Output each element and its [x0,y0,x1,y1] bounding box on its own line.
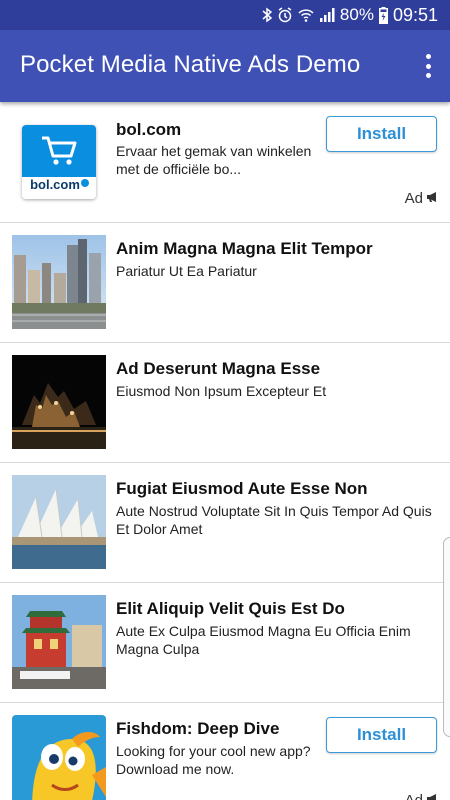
ad-title: bol.com [116,120,182,139]
more-vert-icon[interactable] [420,52,436,80]
battery-percent: 80% [339,5,374,24]
list-item[interactable]: Anim Magna Magna Elit Tempor Pariatur Ut… [0,223,450,343]
signal-icon [319,7,335,23]
opera-house-photo [12,475,106,569]
ad-row-bol[interactable]: bol.com bol.com Ervaar het gemak van win… [0,102,450,223]
clock: 09:51 [392,4,438,25]
city-photo [12,235,106,329]
battery-icon [378,6,388,24]
app-bar: Pocket Media Native Ads Demo [0,30,450,102]
item-title: Ad Deserunt Magna Esse [116,359,321,378]
status-bar: 80% 09:51 [0,0,450,30]
bol-logo: bol.com [22,125,96,199]
install-button[interactable]: Install [326,116,437,152]
ad-title: Fishdom: Deep Dive [116,719,280,738]
item-description: Pariatur Ut Ea Pariatur [116,263,257,279]
item-description: Eiusmod Non Ipsum Excepteur Et [116,383,327,399]
item-description: Aute Nostrud Voluptate Sit In Quis Tempo… [116,503,432,537]
item-description: Aute Ex Culpa Eiusmod Magna Eu Officia E… [116,623,411,657]
megaphone-icon [426,190,438,207]
ad-description: Looking for your cool new app? Download … [116,743,311,777]
bluetooth-icon [262,7,272,23]
megaphone-icon [426,792,438,800]
fish-character [12,715,106,800]
item-title: Anim Magna Magna Elit Tempor [116,239,373,258]
install-button[interactable]: Install [326,717,437,753]
edge-panel-handle[interactable] [443,537,450,737]
native-ads-feed[interactable]: bol.com bol.com Ervaar het gemak van win… [0,102,450,800]
item-title: Fugiat Eiusmod Aute Esse Non [116,479,368,498]
alarm-icon [277,7,293,23]
ad-badge: Ad [405,190,438,207]
ad-badge: Ad [405,792,438,800]
ad-row-fishdom[interactable]: Fishdom: Deep Dive Looking for your cool… [0,703,450,800]
list-item[interactable]: Fugiat Eiusmod Aute Esse Non Aute Nostru… [0,463,450,583]
item-title: Elit Aliquip Velit Quis Est Do [116,599,345,618]
chinatown-gate-photo [12,595,106,689]
ad-label: Ad [404,190,423,207]
list-item[interactable]: Ad Deserunt Magna Esse Eiusmod Non Ipsum… [0,343,450,463]
list-item[interactable]: Elit Aliquip Velit Quis Est Do Aute Ex C… [0,583,450,703]
svg-text:bol.com: bol.com [30,177,80,192]
night-hotel-photo [12,355,106,449]
app-title: Pocket Media Native Ads Demo [20,51,361,78]
ad-label: Ad [405,792,423,800]
wifi-icon [298,7,314,23]
ad-description: Ervaar het gemak van winkelen met de off… [116,143,312,177]
